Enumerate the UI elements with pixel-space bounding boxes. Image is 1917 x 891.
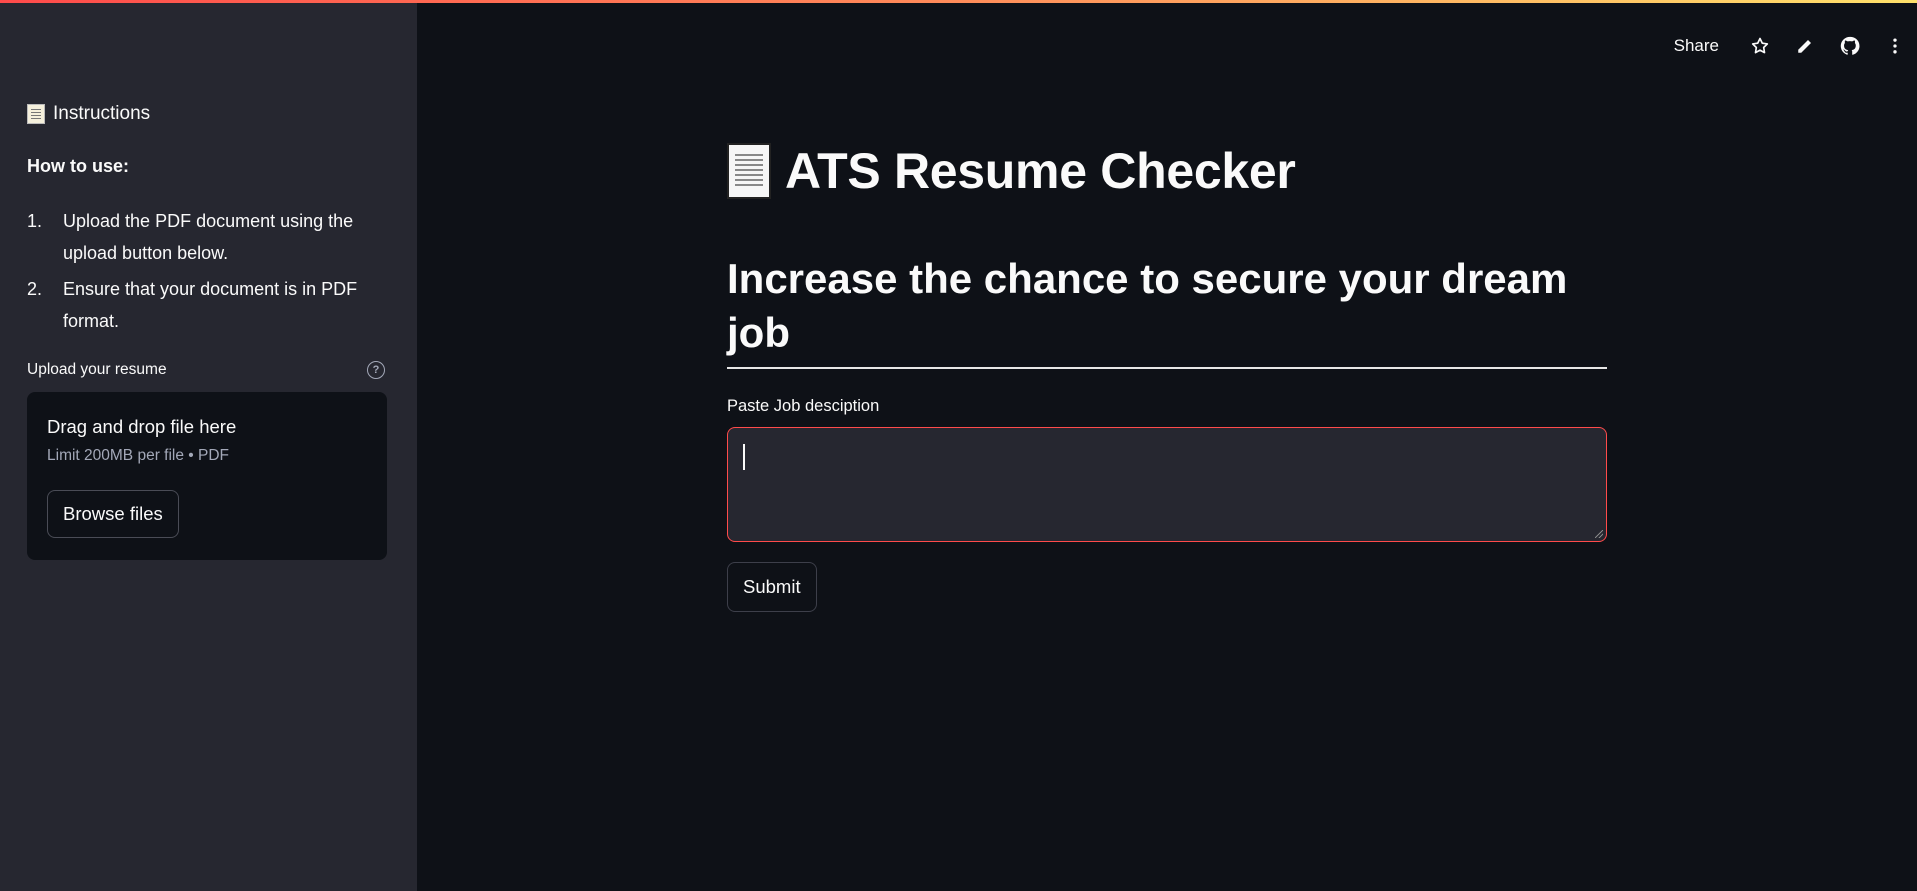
subtitle-divider <box>727 367 1607 369</box>
submit-button[interactable]: Submit <box>727 562 817 612</box>
page-facing-up-icon <box>727 143 771 199</box>
file-dropzone[interactable]: Drag and drop file here Limit 200MB per … <box>27 392 387 560</box>
dropzone-limit: Limit 200MB per file • PDF <box>47 447 230 464</box>
text-caret <box>743 444 745 470</box>
instruction-item: 2. Ensure that your document is in PDF f… <box>27 273 387 337</box>
job-description-label: Paste Job desciption <box>727 397 880 415</box>
star-icon[interactable] <box>1737 30 1782 62</box>
app-toolbar: Share <box>1674 30 1917 62</box>
pencil-icon[interactable] <box>1782 30 1827 62</box>
help-icon[interactable]: ? <box>367 361 385 379</box>
browse-files-button[interactable]: Browse files <box>47 490 179 538</box>
page-title: ATS Resume Checker <box>785 143 1296 199</box>
dropzone-title: Drag and drop file here <box>47 416 237 437</box>
instruction-number: 2. <box>27 279 43 299</box>
more-vertical-icon[interactable] <box>1872 30 1917 62</box>
github-icon[interactable] <box>1827 30 1872 62</box>
instruction-number: 1. <box>27 211 43 231</box>
memo-icon <box>27 104 45 124</box>
top-decoration-stripe <box>0 0 1917 3</box>
instruction-list: 1. Upload the PDF document using the upl… <box>27 205 387 341</box>
instruction-item: 1. Upload the PDF document using the upl… <box>27 205 387 269</box>
share-button[interactable]: Share <box>1674 36 1719 56</box>
instruction-text: Ensure that your document is in PDF form… <box>63 279 358 331</box>
page-title-row: ATS Resume Checker <box>727 142 1296 200</box>
sidebar-instructions-header: Instructions <box>27 103 150 125</box>
resize-handle[interactable] <box>1595 530 1603 538</box>
sidebar-section-title: Instructions <box>53 103 151 124</box>
howto-heading: How to use: <box>27 156 129 176</box>
upload-label: Upload your resume <box>27 361 167 378</box>
page-subtitle: Increase the chance to secure your dream… <box>727 255 1568 356</box>
instruction-text: Upload the PDF document using the upload… <box>63 211 354 263</box>
sidebar: Instructions How to use: 1. Upload the P… <box>0 0 417 891</box>
job-description-textarea[interactable] <box>727 427 1607 542</box>
